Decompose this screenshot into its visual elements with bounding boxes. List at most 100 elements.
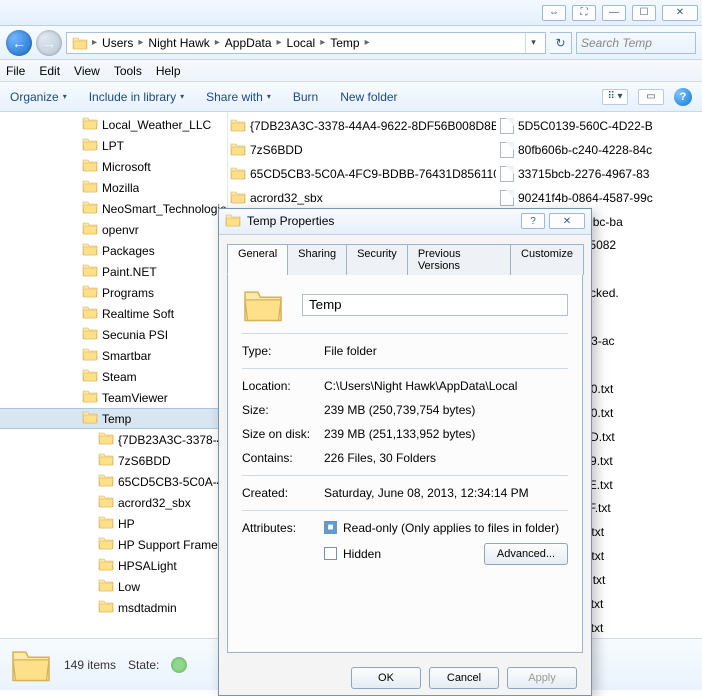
tree-item[interactable]: msdtadmin bbox=[0, 597, 227, 618]
refresh-button[interactable]: ↻ bbox=[550, 32, 572, 54]
list-item[interactable]: 90241f4b-0864-4587-99c bbox=[500, 188, 700, 208]
tree-item[interactable]: {7DB23A3C-3378-4 bbox=[0, 429, 227, 450]
breadcrumb[interactable]: Users bbox=[100, 36, 135, 50]
hidden-label: Hidden bbox=[343, 547, 381, 561]
tab-security[interactable]: Security bbox=[346, 244, 408, 275]
list-item[interactable]: 5D5C0139-560C-4D22-B bbox=[500, 116, 700, 136]
tree-item[interactable]: NeoSmart_Technologie bbox=[0, 198, 227, 219]
list-item[interactable]: 80fb606b-c240-4228-84c bbox=[500, 140, 700, 160]
chevron-right-icon[interactable]: ▸ bbox=[364, 37, 371, 48]
tree-item[interactable]: 7zS6BDD bbox=[0, 450, 227, 471]
menu-view[interactable]: View bbox=[74, 64, 100, 78]
ok-button[interactable]: OK bbox=[351, 667, 421, 689]
list-item[interactable]: 7zS6BDD bbox=[230, 140, 496, 160]
breadcrumb[interactable]: Night Hawk bbox=[146, 36, 211, 50]
menu-edit[interactable]: Edit bbox=[39, 64, 60, 78]
tree-item[interactable]: Paint.NET bbox=[0, 261, 227, 282]
back-button[interactable]: ← bbox=[6, 30, 32, 56]
apply-button[interactable]: Apply bbox=[507, 667, 577, 689]
organize-button[interactable]: Organize▾ bbox=[10, 90, 67, 104]
list-item[interactable]: acrord32_sbx bbox=[230, 188, 496, 208]
menu-tools[interactable]: Tools bbox=[114, 64, 142, 78]
menubar: File Edit View Tools Help bbox=[0, 60, 702, 82]
close-button[interactable]: ✕ bbox=[662, 5, 698, 21]
tree-item[interactable]: Microsoft bbox=[0, 156, 227, 177]
chevron-right-icon[interactable]: ▸ bbox=[319, 37, 326, 48]
tab-customize[interactable]: Customize bbox=[510, 244, 584, 275]
tree-item[interactable]: Smartbar bbox=[0, 345, 227, 366]
breadcrumb[interactable]: Local bbox=[285, 36, 318, 50]
tree-item[interactable]: HP Support Frame bbox=[0, 534, 227, 555]
readonly-checkbox[interactable]: ■ bbox=[324, 521, 337, 534]
hidden-checkbox[interactable] bbox=[324, 547, 337, 560]
tree-item[interactable]: Secunia PSI bbox=[0, 324, 227, 345]
tree-item-label: Low bbox=[118, 580, 140, 594]
cancel-button[interactable]: Cancel bbox=[429, 667, 499, 689]
dialog-close-button[interactable]: ✕ bbox=[549, 213, 585, 229]
tab-previous-versions[interactable]: Previous Versions bbox=[407, 244, 511, 275]
help-icon[interactable]: ? bbox=[674, 88, 692, 106]
breadcrumb[interactable]: Temp bbox=[328, 36, 361, 50]
advanced-button[interactable]: Advanced... bbox=[484, 543, 568, 565]
tree-item[interactable]: acrord32_sbx bbox=[0, 492, 227, 513]
chevron-right-icon[interactable]: ▸ bbox=[137, 37, 144, 48]
tree-item[interactable]: Packages bbox=[0, 240, 227, 261]
created-label: Created: bbox=[242, 486, 324, 500]
share-with-button[interactable]: Share with▾ bbox=[206, 90, 271, 104]
folder-icon bbox=[230, 190, 246, 207]
folder-name-input[interactable] bbox=[302, 294, 568, 316]
new-folder-button[interactable]: New folder bbox=[340, 90, 397, 104]
tree-item[interactable]: LPT bbox=[0, 135, 227, 156]
menu-file[interactable]: File bbox=[6, 64, 25, 78]
tab-general[interactable]: General bbox=[227, 244, 288, 275]
tree-item[interactable]: HPSALight bbox=[0, 555, 227, 576]
list-item[interactable]: {7DB23A3C-3378-44A4-9622-8DF56B008D8B} bbox=[230, 116, 496, 136]
maximize-button[interactable]: ☐ bbox=[632, 5, 656, 21]
dialog-help-button[interactable]: ? bbox=[521, 213, 545, 229]
tree-item[interactable]: HP bbox=[0, 513, 227, 534]
chevron-right-icon[interactable]: ▸ bbox=[91, 37, 98, 48]
list-item[interactable]: 65CD5CB3-5C0A-4FC9-BDBB-76431D856110 bbox=[230, 164, 496, 184]
share-state-icon bbox=[171, 657, 187, 673]
forward-button[interactable]: → bbox=[36, 30, 62, 56]
list-item[interactable]: 33715bcb-2276-4967-83 bbox=[500, 164, 700, 184]
preview-pane-button[interactable]: ▭ bbox=[638, 89, 664, 105]
fullscreen-button[interactable]: ⛶ bbox=[572, 5, 596, 21]
tree-item[interactable]: Local_Weather_LLC bbox=[0, 114, 227, 135]
tree-item[interactable]: Mozilla bbox=[0, 177, 227, 198]
dialog-titlebar[interactable]: Temp Properties ? ✕ bbox=[219, 209, 591, 235]
view-options-button[interactable]: ⠿ ▾ bbox=[602, 89, 628, 105]
tree-item[interactable]: Low bbox=[0, 576, 227, 597]
search-input[interactable]: Search Temp bbox=[576, 32, 696, 54]
tree-item[interactable]: Steam bbox=[0, 366, 227, 387]
tree-item-label: Steam bbox=[102, 370, 137, 384]
contains-label: Contains: bbox=[242, 451, 324, 465]
chevron-right-icon[interactable]: ▸ bbox=[276, 37, 283, 48]
tree-item[interactable]: 65CD5CB3-5C0A-4 bbox=[0, 471, 227, 492]
include-library-button[interactable]: Include in library▾ bbox=[89, 90, 184, 104]
address-bar[interactable]: ▸ Users ▸ Night Hawk ▸ AppData ▸ Local ▸… bbox=[66, 32, 546, 54]
folder-icon bbox=[230, 166, 246, 183]
tree-item[interactable]: TeamViewer bbox=[0, 387, 227, 408]
folder-icon bbox=[71, 34, 89, 52]
chevron-right-icon[interactable]: ▸ bbox=[214, 37, 221, 48]
menu-help[interactable]: Help bbox=[156, 64, 181, 78]
breadcrumb[interactable]: AppData bbox=[223, 36, 274, 50]
expand-button[interactable]: ⇔ bbox=[542, 5, 566, 21]
minimize-button[interactable]: — bbox=[602, 5, 626, 21]
folder-icon bbox=[82, 263, 98, 280]
folder-icon bbox=[82, 347, 98, 364]
chevron-down-icon: ▾ bbox=[63, 92, 67, 101]
tab-sharing[interactable]: Sharing bbox=[287, 244, 347, 275]
address-dropdown[interactable]: ▾ bbox=[525, 33, 541, 53]
burn-button[interactable]: Burn bbox=[293, 90, 318, 104]
tree-item[interactable]: Realtime Soft bbox=[0, 303, 227, 324]
list-item-label: 5D5C0139-560C-4D22-B bbox=[518, 119, 653, 133]
folder-icon bbox=[98, 473, 114, 490]
tree-item[interactable]: openvr bbox=[0, 219, 227, 240]
folder-tree[interactable]: Local_Weather_LLCLPTMicrosoftMozillaNeoS… bbox=[0, 112, 228, 638]
list-item-label: 33715bcb-2276-4967-83 bbox=[518, 167, 649, 181]
tree-item[interactable]: Temp bbox=[0, 408, 227, 429]
tree-item-label: acrord32_sbx bbox=[118, 496, 191, 510]
tree-item[interactable]: Programs bbox=[0, 282, 227, 303]
